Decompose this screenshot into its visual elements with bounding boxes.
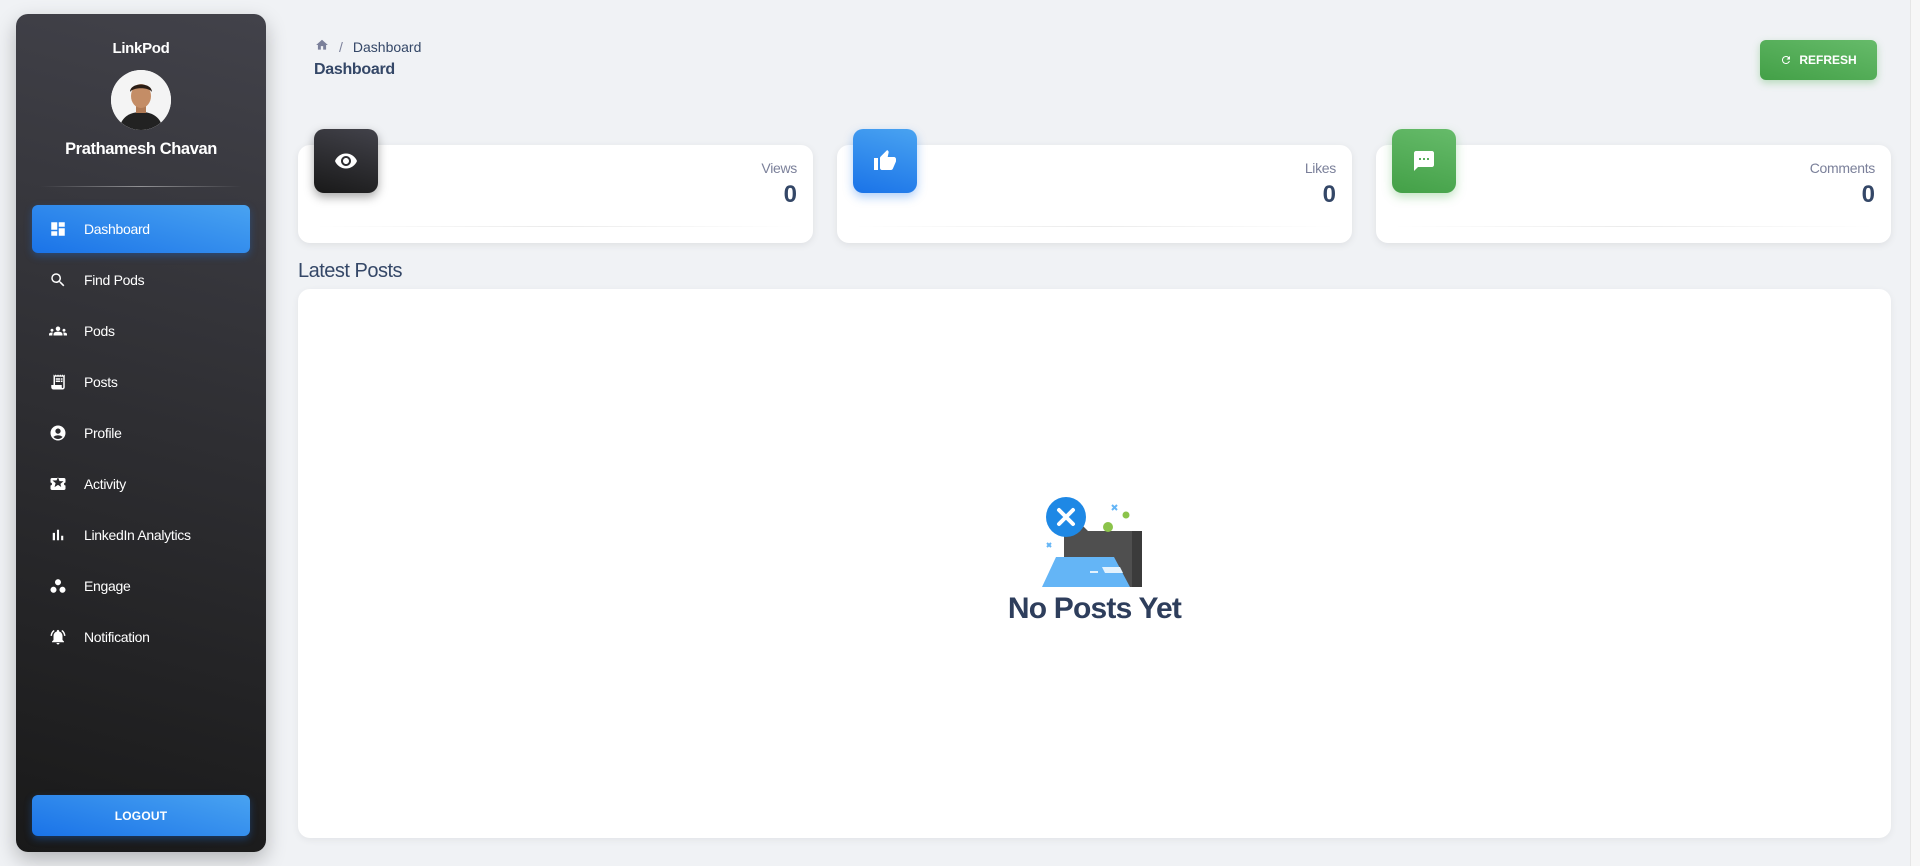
user-name: Prathamesh Chavan: [65, 140, 217, 158]
sidebar-item-label: Find Pods: [84, 272, 145, 288]
brand-name[interactable]: LinkPod: [16, 40, 266, 57]
sidebar-item-label: Activity: [84, 476, 126, 492]
account-circle-icon: [48, 423, 68, 443]
groups-icon: [48, 321, 68, 341]
stat-value: 0: [1861, 181, 1875, 208]
workspaces-icon: [48, 576, 68, 596]
sidebar-item-label: Pods: [84, 323, 115, 339]
refresh-label: REFRESH: [1799, 53, 1857, 67]
breadcrumb-separator: /: [339, 38, 343, 55]
sidebar-item-label: LinkedIn Analytics: [84, 527, 191, 543]
receipt-icon: [48, 372, 68, 392]
avatar[interactable]: [111, 70, 171, 130]
logout-button[interactable]: LOGOUT: [32, 795, 250, 836]
sidebar-item-label: Engage: [84, 578, 131, 594]
card-divider: [853, 226, 1336, 227]
sidebar-item-dashboard[interactable]: Dashboard: [32, 205, 250, 253]
sidebar-item-pods[interactable]: Pods: [32, 307, 250, 355]
home-icon[interactable]: [315, 38, 329, 55]
search-icon: [48, 270, 68, 290]
breadcrumb: / Dashboard: [315, 38, 421, 55]
page-scrollbar[interactable]: [1910, 0, 1920, 866]
stat-label: Views: [761, 160, 797, 176]
sidebar: LinkPod Prathamesh Chavan Dashboard Find…: [16, 14, 266, 852]
sidebar-item-posts[interactable]: Posts: [32, 358, 250, 406]
stat-card-views: Views 0: [298, 129, 813, 243]
sidebar-item-profile[interactable]: Profile: [32, 409, 250, 457]
bar-chart-icon: [48, 525, 68, 545]
sidebar-item-label: Posts: [84, 374, 118, 390]
sidebar-item-label: Dashboard: [84, 221, 150, 237]
sidebar-divider: [40, 186, 242, 187]
sidebar-item-engage[interactable]: Engage: [32, 562, 250, 610]
stat-value: 0: [1322, 181, 1336, 208]
card-divider: [1392, 226, 1875, 227]
refresh-button[interactable]: REFRESH: [1760, 40, 1877, 80]
stat-card-likes: Likes 0: [837, 129, 1352, 243]
stat-card-comments: Comments 0: [1376, 129, 1891, 243]
empty-state-message: No Posts Yet: [1007, 592, 1182, 625]
card-divider: [314, 226, 797, 227]
refresh-icon: [1782, 56, 1791, 64]
sidebar-item-label: Profile: [84, 425, 122, 441]
dashboard-icon: [48, 219, 68, 239]
stat-label: Comments: [1809, 160, 1876, 176]
breadcrumb-current: Dashboard: [352, 38, 422, 55]
empty-folder-icon: [1042, 497, 1142, 587]
comment-icon: [1392, 129, 1456, 193]
stat-label: Likes: [1304, 160, 1336, 176]
sidebar-item-activity[interactable]: Activity: [32, 460, 250, 508]
page-title: Dashboard: [314, 61, 395, 78]
sidebar-nav: Dashboard Find Pods Pods Posts Profile A…: [32, 205, 250, 664]
eye-icon: [314, 129, 378, 193]
stat-value: 0: [783, 181, 797, 208]
sidebar-item-label: Notification: [84, 629, 150, 645]
latest-posts-panel: No Posts Yet: [298, 289, 1891, 838]
ticket-icon: [48, 474, 68, 494]
sidebar-item-linkedin-analytics[interactable]: LinkedIn Analytics: [32, 511, 250, 559]
thumb-up-icon: [853, 129, 917, 193]
sidebar-item-notification[interactable]: Notification: [32, 613, 250, 661]
latest-posts-title: Latest Posts: [298, 260, 403, 282]
sidebar-item-find-pods[interactable]: Find Pods: [32, 256, 250, 304]
bell-icon: [48, 627, 68, 647]
